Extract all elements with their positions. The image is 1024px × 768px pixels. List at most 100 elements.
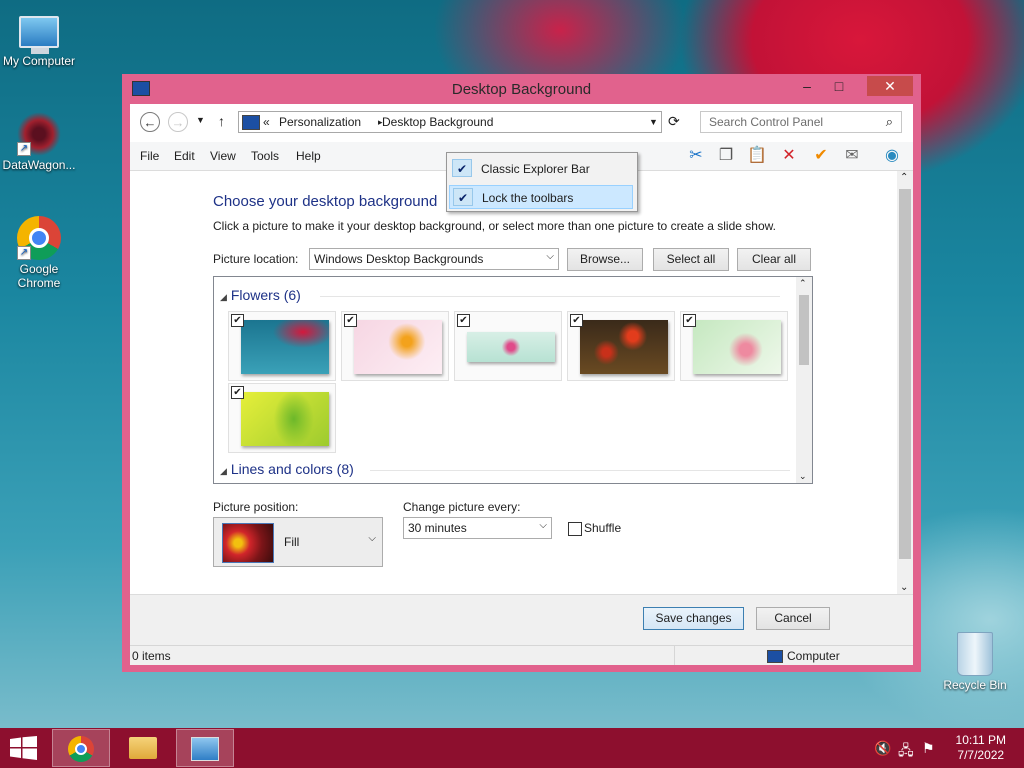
select-all-button[interactable]: Select all — [653, 248, 729, 271]
picture-location-value: Windows Desktop Backgrounds — [314, 252, 484, 266]
item-count: 0 items — [132, 649, 171, 663]
network-icon[interactable]: 🖧 — [898, 740, 914, 764]
content-scrollbar[interactable]: ⌃ ⌄ — [897, 171, 913, 594]
recycle-bin-desktop-icon[interactable]: Recycle Bin — [934, 632, 1016, 692]
maximize-button[interactable]: □ — [825, 76, 853, 96]
title-bar[interactable]: Desktop Background – □ ✕ — [122, 74, 921, 104]
status-divider — [674, 646, 675, 665]
taskbar-chrome[interactable] — [52, 729, 110, 767]
thumbnail-checkbox[interactable]: ✔ — [570, 314, 583, 327]
shuffle-checkbox[interactable] — [568, 522, 582, 536]
menu-edit[interactable]: Edit — [174, 149, 195, 163]
search-input[interactable]: Search Control Panel — [709, 115, 823, 129]
email-icon[interactable]: ✉ — [841, 146, 863, 166]
scroll-down-icon[interactable]: ⌄ — [799, 471, 807, 482]
scroll-up-icon[interactable]: ⌃ — [900, 172, 908, 183]
globe-icon[interactable]: ◉ — [881, 146, 903, 166]
change-picture-interval-value: 30 minutes — [408, 521, 467, 535]
system-clock[interactable]: 10:11 PM 7/7/2022 — [956, 733, 1006, 763]
delete-icon[interactable]: ✕ — [778, 146, 800, 166]
breadcrumb-desktop-background[interactable]: Desktop Background — [382, 115, 493, 129]
menu-help[interactable]: Help — [296, 149, 321, 163]
address-dropdown-icon[interactable]: ▼ — [649, 117, 658, 127]
thumbnail-checkbox[interactable]: ✔ — [683, 314, 696, 327]
computer-icon — [767, 650, 783, 663]
start-button[interactable] — [10, 736, 38, 760]
picture-position-value: Fill — [284, 535, 300, 549]
thumbnail-checkbox[interactable]: ✔ — [231, 314, 244, 327]
menu-tools[interactable]: Tools — [251, 149, 279, 163]
menu-item-label: Lock the toolbars — [482, 191, 574, 205]
properties-check-icon[interactable]: ✔ — [810, 146, 832, 166]
close-button[interactable]: ✕ — [867, 76, 913, 96]
save-changes-button[interactable]: Save changes — [643, 607, 744, 630]
picture-gallery: ◢ Flowers (6) ✔ ✔ ✔ ✔ ✔ ✔ ◢ Lines and co… — [213, 276, 813, 484]
paste-icon[interactable]: 📋 — [746, 146, 768, 166]
volume-muted-icon[interactable]: 🔇 — [874, 740, 891, 757]
collapse-icon[interactable]: ◢ — [220, 292, 227, 302]
gallery-scroll-thumb[interactable] — [799, 295, 809, 365]
action-center-icon[interactable]: ⚑ — [922, 740, 935, 757]
toolbar-context-menu: ✔ Classic Explorer Bar ✔ Lock the toolba… — [446, 152, 638, 212]
browse-button[interactable]: Browse... — [567, 248, 643, 271]
my-computer-desktop-icon[interactable]: My Computer — [0, 10, 80, 68]
checkmark-icon: ✔ — [452, 159, 472, 177]
picture-position-select[interactable]: Fill ⌵ — [213, 517, 383, 567]
wallpaper-thumbnail[interactable]: ✔ — [454, 311, 562, 381]
navigation-bar: ← → ▼ ↑ « Personalization ▸ Desktop Back… — [130, 104, 913, 142]
back-button[interactable]: ← — [140, 112, 160, 132]
group-header-flowers[interactable]: ◢ Flowers (6) — [220, 287, 780, 303]
wallpaper-thumbnail[interactable]: ✔ — [228, 311, 336, 381]
orange-flower-on-pink-image — [354, 320, 442, 374]
gallery-scrollbar[interactable]: ⌃ ⌄ — [796, 277, 812, 483]
taskbar-file-explorer[interactable] — [114, 729, 172, 767]
menu-item-lock-the-toolbars[interactable]: ✔ Lock the toolbars — [449, 185, 633, 209]
control-panel-icon — [191, 737, 219, 761]
cut-icon[interactable]: ✂ — [685, 146, 707, 166]
thumbnail-checkbox[interactable]: ✔ — [231, 386, 244, 399]
content-scroll-thumb[interactable] — [899, 189, 911, 559]
group-header-lines-and-colors[interactable]: ◢ Lines and colors (8) — [220, 461, 790, 477]
chrome-desktop-icon[interactable]: ↗ Google Chrome — [0, 216, 80, 290]
chevron-down-icon: ⌵ — [539, 520, 547, 531]
datawagon-icon: ↗ — [17, 112, 61, 156]
cancel-button[interactable]: Cancel — [756, 607, 830, 630]
change-picture-interval-select[interactable]: 30 minutes ⌵ — [403, 517, 552, 539]
status-location: Computer — [787, 649, 840, 663]
scroll-up-icon[interactable]: ⌃ — [799, 278, 807, 289]
wallpaper-thumbnail[interactable]: ✔ — [567, 311, 675, 381]
wallpaper-thumbnail[interactable]: ✔ — [341, 311, 449, 381]
clear-all-button[interactable]: Clear all — [737, 248, 811, 271]
datawagon-desktop-icon[interactable]: ↗ DataWagon... — [0, 112, 80, 172]
breadcrumb-personalization[interactable]: Personalization — [279, 115, 361, 129]
wallpaper-thumbnail[interactable]: ✔ — [680, 311, 788, 381]
scroll-down-icon[interactable]: ⌄ — [900, 582, 908, 593]
wallpaper-thumbnail[interactable]: ✔ — [228, 383, 336, 453]
search-icon[interactable]: ⌕ — [886, 114, 893, 130]
page-description: Click a picture to make it your desktop … — [213, 219, 776, 233]
collapse-icon[interactable]: ◢ — [220, 466, 227, 476]
thumbnail-checkbox[interactable]: ✔ — [457, 314, 470, 327]
thumbnail-checkbox[interactable]: ✔ — [344, 314, 357, 327]
search-box[interactable]: Search Control Panel ⌕ — [700, 111, 902, 133]
menu-item-classic-explorer-bar[interactable]: ✔ Classic Explorer Bar — [449, 157, 633, 181]
menu-view[interactable]: View — [210, 149, 236, 163]
up-button[interactable]: ↑ — [218, 113, 225, 129]
picture-location-select[interactable]: Windows Desktop Backgrounds ⌵ — [309, 248, 559, 270]
recent-pages-chevron-icon[interactable]: ▼ — [196, 115, 205, 125]
address-overflow-chevron[interactable]: « — [263, 115, 270, 129]
refresh-icon[interactable]: ⟳ — [668, 113, 680, 130]
taskbar-control-panel[interactable] — [176, 729, 234, 767]
address-bar[interactable]: « Personalization ▸ Desktop Background ▼ — [238, 111, 662, 133]
page-title: Choose your desktop background — [213, 193, 438, 210]
position-preview-image — [222, 523, 274, 563]
content-area: Choose your desktop background Click a p… — [130, 171, 897, 594]
pink-flower-on-mint-image — [467, 332, 555, 362]
menu-file[interactable]: File — [140, 149, 159, 163]
minimize-button[interactable]: – — [793, 76, 821, 96]
recycle-bin-icon — [957, 632, 993, 676]
datawagon-label: DataWagon... — [2, 158, 76, 172]
copy-icon[interactable]: ❐ — [715, 146, 737, 166]
shuffle-label[interactable]: Shuffle — [584, 521, 621, 535]
forward-button[interactable]: → — [168, 112, 188, 132]
